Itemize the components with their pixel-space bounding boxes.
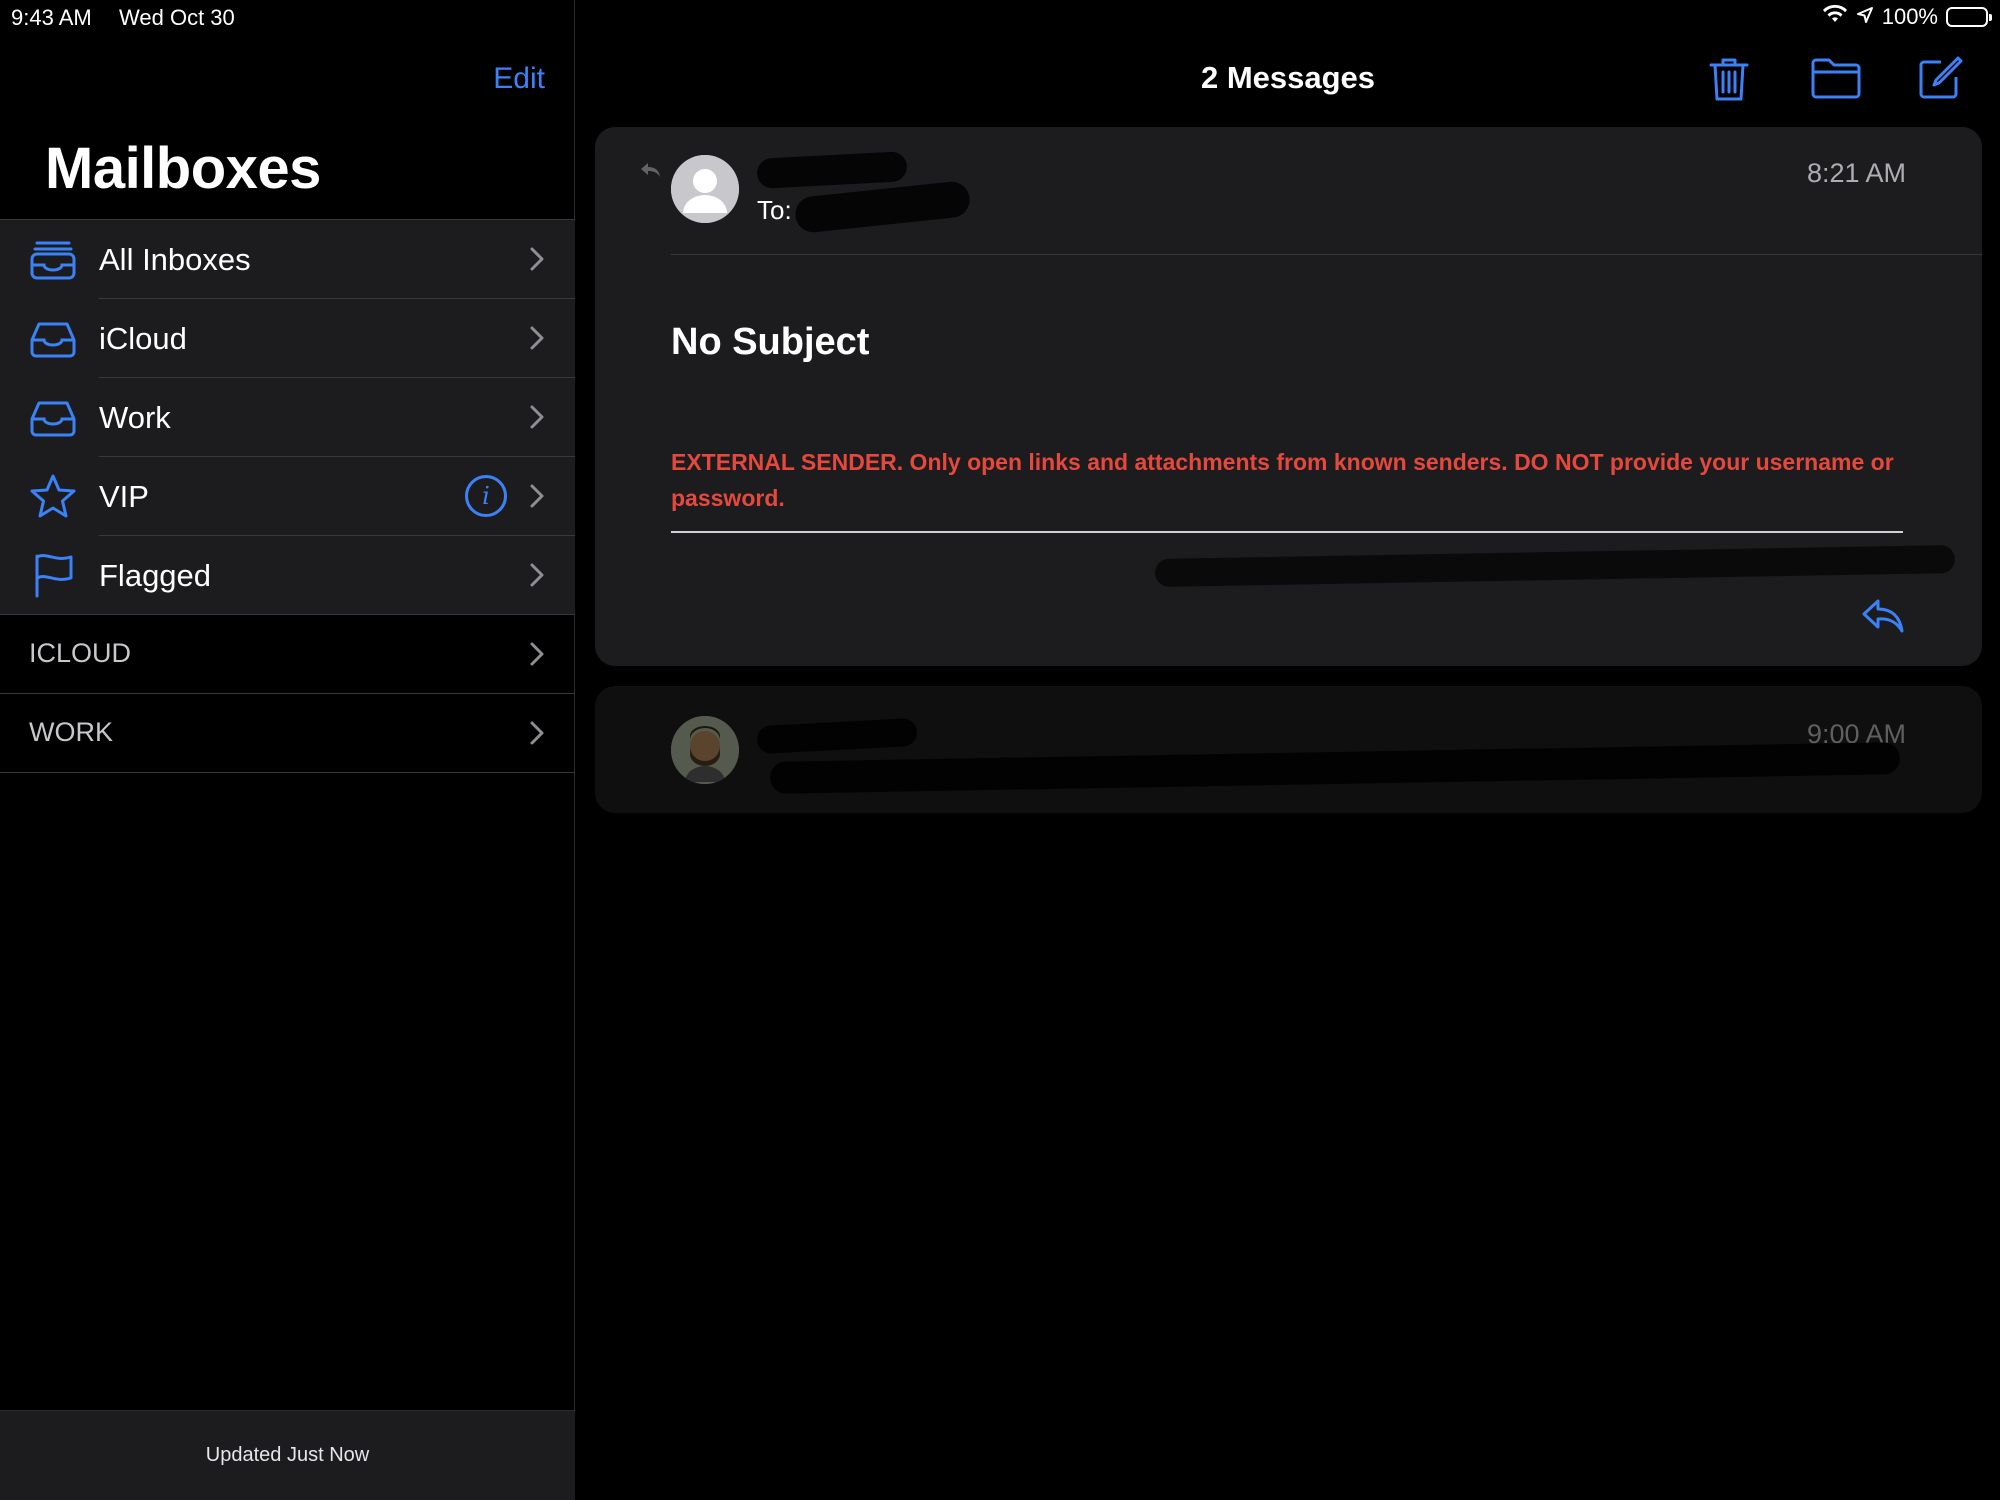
account-sections: ICLOUD WORK (0, 615, 575, 773)
trash-button[interactable] (1707, 55, 1755, 103)
mailbox-label: iCloud (99, 320, 187, 356)
message-card-collapsed[interactable]: 9:00 AM (595, 686, 1982, 813)
mailbox-label: Flagged (99, 557, 212, 593)
flag-icon (28, 552, 78, 598)
status-bar: 9:43 AM Wed Oct 30 100% (0, 0, 2000, 36)
compose-icon (1917, 56, 1963, 105)
chevron-right-icon (529, 641, 545, 672)
section-icloud[interactable]: ICLOUD (0, 615, 575, 694)
redacted-sender (756, 151, 908, 189)
chevron-right-icon (529, 246, 545, 277)
tray-icon (28, 394, 78, 440)
section-label: WORK (29, 717, 113, 747)
section-work[interactable]: WORK (0, 694, 575, 773)
chevron-right-icon (529, 483, 545, 514)
sidebar-footer-status: Updated Just Now (0, 1410, 575, 1500)
status-time: 9:43 AM (11, 5, 92, 30)
mailbox-work[interactable]: Work (0, 378, 575, 457)
conversation-pane: 2 Messages To: 8:21 AM No Subject EXTERN… (576, 0, 2000, 1500)
sender-avatar (671, 155, 739, 223)
folder-icon (1810, 58, 1862, 105)
mailbox-icloud[interactable]: iCloud (0, 299, 575, 378)
redacted-recipient (793, 179, 972, 235)
mailbox-all-inboxes[interactable]: All Inboxes (0, 220, 575, 299)
external-sender-warning: EXTERNAL SENDER. Only open links and att… (671, 449, 1894, 511)
star-icon (28, 473, 78, 519)
replied-indicator-icon (639, 161, 661, 184)
status-right: 100% (1822, 4, 1992, 30)
body-divider (671, 531, 1903, 533)
redacted-body (1154, 545, 1956, 587)
sidebar-title: Mailboxes (45, 136, 321, 201)
mailbox-label: VIP (99, 478, 149, 514)
wifi-icon (1822, 4, 1848, 30)
battery-icon (1946, 7, 1992, 27)
message-time: 8:21 AM (1806, 158, 1906, 188)
mailbox-label: Work (99, 399, 171, 435)
section-label: ICLOUD (29, 638, 132, 668)
message-card-expanded[interactable]: To: 8:21 AM No Subject EXTERNAL SENDER. … (595, 127, 1982, 666)
message-subject: No Subject (671, 321, 870, 363)
recipient-prefix: To: (757, 195, 792, 225)
chevron-right-icon (529, 720, 545, 751)
status-date: Wed Oct 30 (119, 5, 235, 30)
edit-button[interactable]: Edit (493, 62, 545, 96)
mailbox-label: All Inboxes (99, 241, 251, 277)
mailboxes-sidebar: Edit Mailboxes All Inboxes iCloud Work V… (0, 0, 575, 1500)
compose-button[interactable] (1917, 55, 1965, 103)
chevron-right-icon (529, 325, 545, 356)
move-to-folder-button[interactable] (1810, 55, 1862, 103)
trash-icon (1707, 58, 1751, 107)
vip-info-button[interactable]: i (465, 475, 507, 517)
redacted-sender (756, 717, 918, 755)
tray-icon (28, 315, 78, 361)
sender-avatar (671, 716, 739, 784)
chevron-right-icon (529, 404, 545, 435)
reply-button[interactable] (1860, 597, 1906, 640)
chevron-right-icon (529, 562, 545, 593)
conversation-title: 2 Messages (1200, 60, 1376, 95)
tray-stack-icon (28, 236, 78, 282)
mailbox-list: All Inboxes iCloud Work VIP i Flagged (0, 219, 575, 615)
header-divider (671, 254, 1982, 255)
location-arrow-icon (1856, 4, 1874, 30)
mailbox-vip[interactable]: VIP i (0, 457, 575, 536)
battery-percent: 100% (1881, 4, 1938, 29)
redacted-preview (769, 742, 1901, 794)
mailbox-flagged[interactable]: Flagged (0, 536, 575, 615)
